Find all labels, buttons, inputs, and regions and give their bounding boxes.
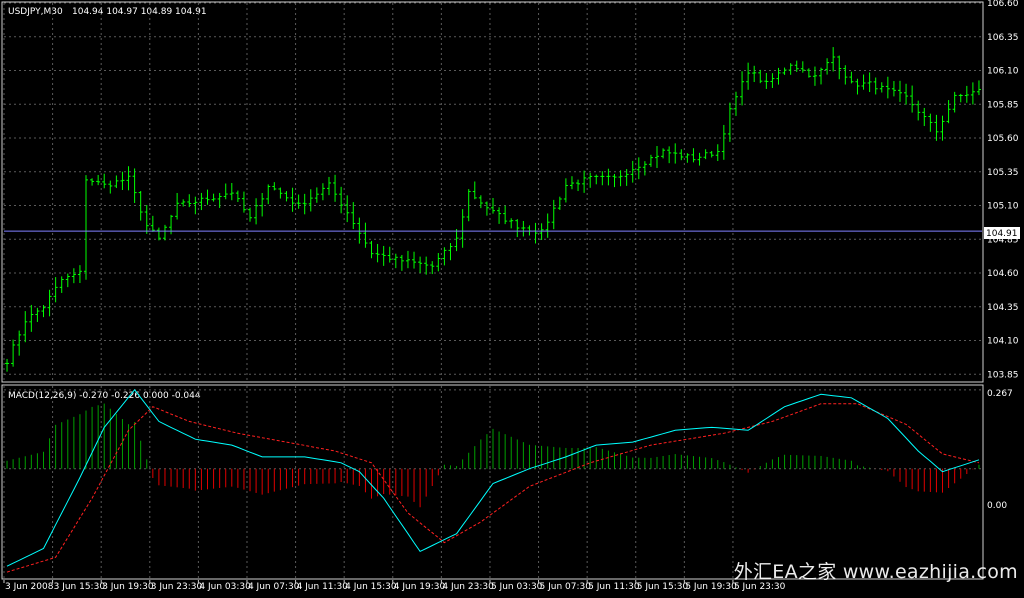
xtick-label: 4 Jun 07:30 (248, 582, 300, 592)
xtick-label: 5 Jun 19:30 (685, 582, 737, 592)
macd-ytick-top: 0.267 (987, 389, 1013, 399)
macd-title: MACD(12,26,9) -0.270 -0.226 0.000 -0.044 (8, 391, 201, 401)
price-ytick-label: 104.60 (987, 269, 1019, 279)
xtick-label: 4 Jun 23:30 (442, 582, 494, 592)
price-ytick-label: 106.35 (987, 33, 1019, 43)
xtick-label: 4 Jun 11:30 (297, 582, 349, 592)
ohlc-readout: 104.94 104.97 104.89 104.91 (72, 7, 207, 17)
chart-svg[interactable]: USDJPY,M30 104.94 104.97 104.89 104.91 M… (0, 0, 1024, 594)
chart-area[interactable]: USDJPY,M30 104.94 104.97 104.89 104.91 M… (0, 0, 1024, 594)
xtick-label: 5 Jun 07:30 (540, 582, 592, 592)
xtick-label: 3 Jun 15:30 (54, 582, 106, 592)
macd-ytick-zero: 0.00 (987, 501, 1007, 511)
price-ytick-label: 106.10 (987, 67, 1019, 77)
xtick-label: 4 Jun 19:30 (394, 582, 446, 592)
price-ytick-label: 105.60 (987, 134, 1019, 144)
price-ytick-label: 103.85 (987, 370, 1019, 380)
xtick-label: 3 Jun 19:30 (102, 582, 154, 592)
price-ytick-label: 106.60 (987, 0, 1019, 9)
price-ytick-label: 105.35 (987, 168, 1019, 178)
price-ytick-label: 104.85 (987, 235, 1019, 245)
price-ytick-label: 104.10 (987, 337, 1019, 347)
xtick-label: 5 Jun 11:30 (588, 582, 640, 592)
price-ytick-label: 104.35 (987, 303, 1019, 313)
xtick-label: 3 Jun 2008 (5, 582, 54, 592)
xtick-label: 3 Jun 23:30 (151, 582, 203, 592)
chart-title: USDJPY,M30 (8, 7, 63, 17)
xtick-label: 4 Jun 15:30 (345, 582, 397, 592)
xtick-label: 5 Jun 15:30 (637, 582, 689, 592)
xtick-label: 4 Jun 03:30 (199, 582, 251, 592)
price-ytick-label: 105.85 (987, 100, 1019, 110)
xtick-label: 5 Jun 03:30 (491, 582, 543, 592)
price-ytick-label: 105.10 (987, 202, 1019, 212)
xtick-label: 5 Jun 23:30 (734, 582, 786, 592)
